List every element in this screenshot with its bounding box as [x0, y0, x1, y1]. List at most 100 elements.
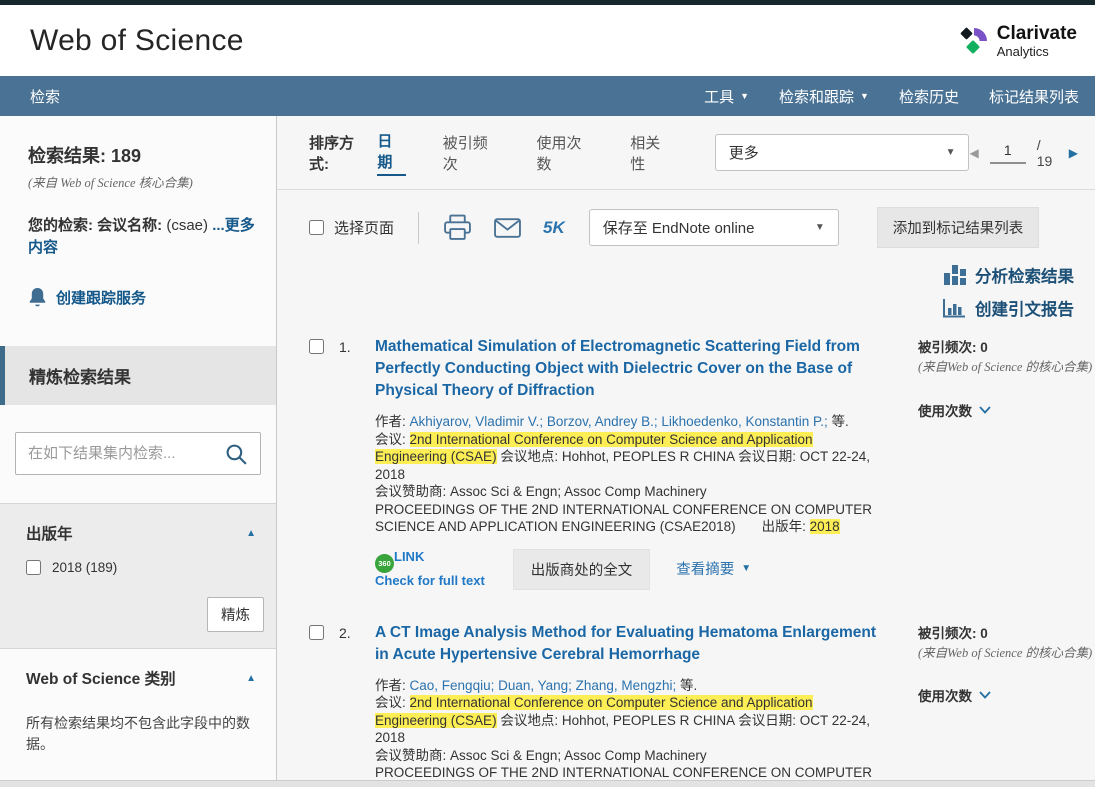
your-search-value: (csae): [166, 217, 208, 234]
nav-item-tools[interactable]: 工具▼: [704, 86, 749, 107]
refine-search-box: [0, 405, 276, 503]
result-2-title[interactable]: A CT Image Analysis Method for Evaluatin…: [375, 622, 880, 666]
print-icon[interactable]: [443, 214, 472, 241]
result-1-view-abstract[interactable]: 查看摘要 ▼: [676, 558, 751, 579]
app-title[interactable]: Web of Science: [30, 24, 244, 58]
chevron-down-icon: ▼: [946, 147, 956, 158]
result-item-2: 2. A CT Image Analysis Method for Evalua…: [309, 622, 1095, 787]
refine-button[interactable]: 精炼: [207, 597, 264, 632]
bar-chart-icon: [942, 298, 966, 318]
sort-option-usage-count[interactable]: 使用次数: [536, 132, 593, 174]
highlighted-pub-year: 2018: [810, 519, 840, 534]
result-2-checkbox[interactable]: [309, 625, 324, 640]
main-nav: 检索 工具▼ 检索和跟踪▼ 检索历史 标记结果列表: [0, 76, 1095, 116]
clarivate-logo: Clarivate Analytics: [958, 24, 1081, 58]
facet-option-2018[interactable]: 2018 (189): [26, 560, 256, 575]
facet-publication-year-header[interactable]: 出版年 ▲: [26, 522, 256, 544]
analyze-results-link[interactable]: 分析检索结果: [944, 263, 1074, 287]
result-1-sponsor: 会议赞助商: Assoc Sci & Engn; Assoc Comp Mach…: [375, 483, 880, 501]
result-1-checkbox[interactable]: [309, 339, 324, 354]
times-cited: 被引频次: 0: [918, 336, 1095, 356]
nav-item-marked-list[interactable]: 标记结果列表: [989, 86, 1079, 107]
search-icon[interactable]: [225, 443, 248, 469]
result-1-index: 1.: [339, 339, 351, 355]
sort-option-times-cited[interactable]: 被引频次: [443, 132, 500, 174]
360-badge-icon: 360: [375, 554, 394, 573]
result-2-authors: 作者: Cao, Fengqiu; Duan, Yang; Zhang, Men…: [375, 677, 880, 695]
result-1-author-links[interactable]: Akhiyarov, Vladimir V.; Borzov, Andrey B…: [410, 414, 828, 429]
chevron-up-icon[interactable]: ▲: [246, 528, 256, 539]
chevron-down-icon: ▼: [860, 91, 869, 101]
sort-option-date[interactable]: 日期: [377, 130, 405, 176]
sort-bar: 排序方式: 日期 被引频次 使用次数 相关性 更多 ▼ ◀ 1 / 19 ▶: [277, 116, 1095, 190]
times-cited-source: (来自Web of Science 的核心合集): [918, 359, 1095, 376]
your-search-line: 您的检索: 会议名称: (csae) ...更多内容: [28, 215, 258, 259]
page-total: / 19: [1037, 137, 1058, 169]
results-summary: 检索结果: 189 (来自 Web of Science 核心合集) 您的检索:…: [0, 116, 276, 332]
check-full-text-link[interactable]: Check for full text: [375, 573, 485, 588]
result-2-index: 2.: [339, 625, 351, 641]
add-to-marked-list-button[interactable]: 添加到标记结果列表: [877, 207, 1040, 248]
chevron-down-icon: [979, 406, 991, 414]
result-2-stats: 被引频次: 0 (来自Web of Science 的核心合集) 使用次数: [918, 622, 1095, 787]
analyze-links: 分析检索结果 创建引文报告: [277, 263, 1095, 320]
email-icon[interactable]: [494, 218, 521, 238]
chevron-down-icon: [979, 691, 991, 699]
select-page-option[interactable]: 选择页面: [309, 217, 394, 238]
app-header: Web of Science Clarivate Analytics: [0, 5, 1095, 76]
result-1-360link[interactable]: 360LINK Check for full text: [375, 549, 485, 588]
nav-item-search-alerts[interactable]: 检索和跟踪▼: [779, 86, 869, 107]
brand-sub: Analytics: [997, 45, 1077, 58]
results-count-value: 189: [111, 146, 141, 166]
sort-label: 排序方式:: [309, 132, 370, 174]
result-1-authors: 作者: Akhiyarov, Vladimir V.; Borzov, Andr…: [375, 413, 880, 431]
refine-results-header: 精炼检索结果: [0, 346, 276, 405]
select-page-checkbox[interactable]: [309, 220, 324, 235]
export-speed-label[interactable]: 5K: [543, 218, 565, 238]
pagination: ◀ 1 / 19 ▶: [970, 137, 1079, 169]
times-cited: 被引频次: 0: [918, 622, 1095, 642]
page-bottom-strip: [0, 780, 1095, 787]
sidebar: 检索结果: 189 (来自 Web of Science 核心合集) 您的检索:…: [0, 116, 277, 787]
result-2-conference: 会议: 2nd International Conference on Comp…: [375, 694, 880, 747]
chevron-down-icon: ▼: [815, 222, 825, 233]
facet-wos-category-header[interactable]: Web of Science 类别 ▲: [26, 667, 256, 689]
divider: [418, 212, 419, 244]
chevron-down-icon: ▼: [740, 91, 749, 101]
nav-search-tab[interactable]: 检索: [30, 86, 60, 107]
chevron-down-icon: ▼: [741, 563, 751, 574]
citation-report-link[interactable]: 创建引文报告: [942, 296, 1074, 320]
bell-icon: [28, 287, 47, 308]
nav-item-search-history[interactable]: 检索历史: [899, 86, 959, 107]
result-2-author-links[interactable]: Cao, Fengqiu; Duan, Yang; Zhang, Mengzhi…: [410, 678, 677, 693]
facet-2018-checkbox[interactable]: [26, 560, 41, 575]
results-main: 排序方式: 日期 被引频次 使用次数 相关性 更多 ▼ ◀ 1 / 19 ▶ 选…: [277, 116, 1095, 787]
result-1-fulltext-button[interactable]: 出版商处的全文: [513, 549, 651, 590]
times-cited-source: (来自Web of Science 的核心合集): [918, 645, 1095, 662]
brand-name: Clarivate: [997, 24, 1077, 43]
analyze-blocks-icon: [944, 265, 966, 285]
save-to-select[interactable]: 保存至 EndNote online ▼: [589, 209, 839, 246]
result-1-usage-count[interactable]: 使用次数: [918, 400, 1095, 420]
facet-publication-year: 出版年 ▲ 2018 (189) 精炼: [0, 503, 276, 648]
result-2-sponsor: 会议赞助商: Assoc Sci & Engn; Assoc Comp Mach…: [375, 747, 880, 765]
facet-wos-category: Web of Science 类别 ▲ 所有检索结果均不包含此字段中的数据。: [0, 648, 276, 787]
facet-wos-category-note: 所有检索结果均不包含此字段中的数据。: [26, 713, 256, 781]
page-next-icon[interactable]: ▶: [1069, 146, 1078, 160]
results-list: 1. Mathematical Simulation of Electromag…: [277, 320, 1095, 787]
result-1-proceedings: PROCEEDINGS OF THE 2ND INTERNATIONAL CON…: [375, 501, 880, 536]
sort-more-select[interactable]: 更多 ▼: [715, 134, 970, 171]
chevron-up-icon[interactable]: ▲: [246, 673, 256, 684]
result-1-title[interactable]: Mathematical Simulation of Electromagnet…: [375, 336, 880, 402]
result-2-usage-count[interactable]: 使用次数: [918, 685, 1095, 705]
result-1-conference: 会议: 2nd International Conference on Comp…: [375, 431, 880, 484]
result-item-1: 1. Mathematical Simulation of Electromag…: [309, 336, 1095, 590]
sort-option-relevance[interactable]: 相关性: [630, 132, 673, 174]
results-source-note: (来自 Web of Science 核心合集): [28, 172, 258, 191]
action-toolbar: 选择页面 5K 保存至 EndNote online ▼: [277, 190, 1095, 263]
page-prev-icon[interactable]: ◀: [970, 146, 979, 160]
clarivate-logo-icon: [958, 25, 990, 57]
page-number-input[interactable]: 1: [990, 142, 1026, 164]
results-count-label: 检索结果:: [28, 146, 106, 166]
create-alert-link[interactable]: 创建跟踪服务: [28, 287, 258, 308]
